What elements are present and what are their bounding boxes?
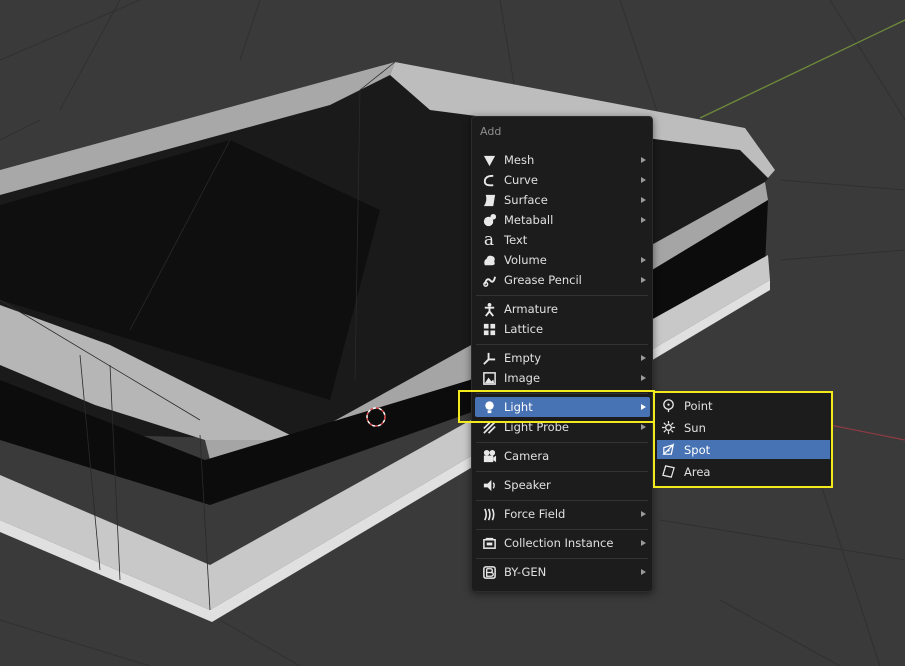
menu-item-label: Mesh (504, 153, 535, 167)
menu-item-label: Curve (504, 173, 538, 187)
chevron-right-icon (641, 569, 646, 575)
menu-separator (476, 471, 648, 472)
surface-icon (481, 192, 497, 208)
metaball-icon (481, 212, 497, 228)
speaker-icon (481, 477, 497, 493)
menu-separator (476, 558, 648, 559)
viewport-scene (0, 0, 905, 666)
chevron-right-icon (641, 424, 646, 430)
lattice-icon (481, 321, 497, 337)
menu-item-lattice[interactable]: Lattice (475, 319, 650, 339)
force-field-icon (481, 506, 497, 522)
menu-separator (476, 295, 648, 296)
menu-item-label: Image (504, 371, 541, 385)
menu-item-label: Surface (504, 193, 548, 207)
empty-icon (481, 350, 497, 366)
mesh-icon (481, 152, 497, 168)
menu-item-label: Volume (504, 253, 547, 267)
menu-separator (476, 344, 648, 345)
menu-item-collection-instance[interactable]: Collection Instance (475, 533, 650, 553)
menu-item-label: Armature (504, 302, 558, 316)
menu-item-image[interactable]: Image (475, 368, 650, 388)
menu-item-label: Speaker (504, 478, 551, 492)
chevron-right-icon (641, 511, 646, 517)
chevron-right-icon (641, 277, 646, 283)
camera-icon (481, 448, 497, 464)
menu-item-speaker[interactable]: Speaker (475, 475, 650, 495)
menu-separator (476, 500, 648, 501)
collection-instance-icon (481, 535, 497, 551)
menu-separator (476, 529, 648, 530)
chevron-right-icon (641, 540, 646, 546)
menu-item-label: Empty (504, 351, 542, 365)
menu-item-metaball[interactable]: Metaball (475, 210, 650, 230)
menu-title: Add (480, 125, 502, 138)
menu-item-label: Lattice (504, 322, 544, 336)
menu-item-grease-pencil[interactable]: Grease Pencil (475, 270, 650, 290)
menu-item-armature[interactable]: Armature (475, 299, 650, 319)
menu-item-label: Metaball (504, 213, 554, 227)
menu-item-label: Camera (504, 449, 550, 463)
submenu-highlight-box (653, 391, 833, 488)
menu-item-empty[interactable]: Empty (475, 348, 650, 368)
menu-item-label: Text (504, 233, 528, 247)
menu-item-camera[interactable]: Camera (475, 446, 650, 466)
add-menu: Add Mesh Curve Surface Metaball a Text V… (471, 116, 653, 592)
menu-item-mesh[interactable]: Mesh (475, 150, 650, 170)
light-highlight-box (458, 390, 655, 423)
menu-item-surface[interactable]: Surface (475, 190, 650, 210)
chevron-right-icon (641, 375, 646, 381)
chevron-right-icon (641, 197, 646, 203)
chevron-right-icon (641, 177, 646, 183)
chevron-right-icon (641, 157, 646, 163)
x-axis-line (829, 424, 905, 441)
chevron-right-icon (641, 355, 646, 361)
3d-viewport[interactable] (0, 0, 905, 666)
image-icon (481, 370, 497, 386)
by-gen-icon (481, 564, 497, 580)
armature-icon (481, 301, 497, 317)
chevron-right-icon (641, 217, 646, 223)
volume-icon (481, 252, 497, 268)
y-axis-line (699, 19, 905, 119)
menu-item-label: Collection Instance (504, 536, 614, 550)
menu-item-label: Grease Pencil (504, 273, 582, 287)
menu-item-curve[interactable]: Curve (475, 170, 650, 190)
menu-item-label: BY-GEN (504, 565, 547, 579)
menu-item-label: Force Field (504, 507, 566, 521)
chevron-right-icon (641, 257, 646, 263)
menu-item-by-gen[interactable]: BY-GEN (475, 562, 650, 582)
menu-item-text[interactable]: a Text (475, 230, 650, 250)
menu-separator (476, 442, 648, 443)
grease-pencil-icon (481, 272, 497, 288)
curve-icon (481, 172, 497, 188)
text-icon: a (483, 230, 495, 250)
menu-item-volume[interactable]: Volume (475, 250, 650, 270)
menu-item-force-field[interactable]: Force Field (475, 504, 650, 524)
